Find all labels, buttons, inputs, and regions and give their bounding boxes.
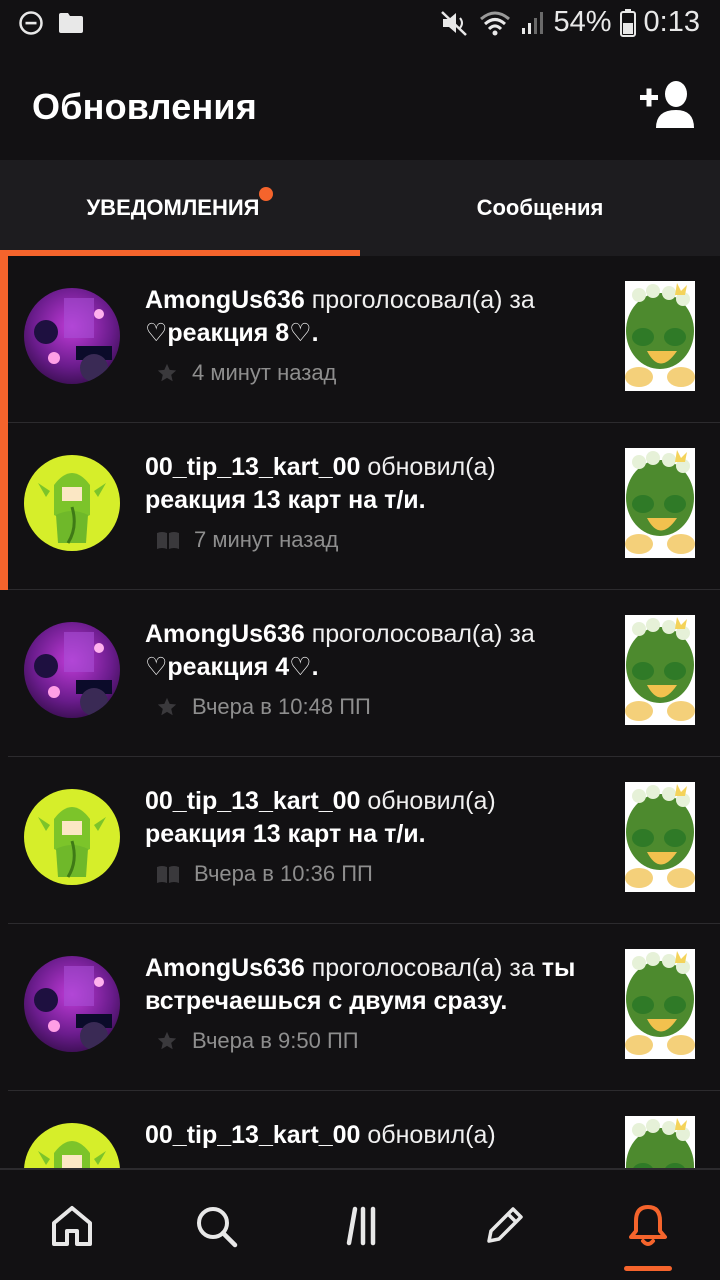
notification-meta: 4 минут назад xyxy=(156,360,336,386)
notification-meta: Вчера в 10:48 ПП xyxy=(156,694,371,720)
notification-text: AmongUs636 проголосовал(а) за ты встреча… xyxy=(145,952,595,1018)
timestamp: 4 минут назад xyxy=(192,360,337,385)
battery-icon xyxy=(619,8,636,37)
write-icon xyxy=(487,1207,523,1243)
username[interactable]: 00_tip_13_kart_00 xyxy=(145,453,360,481)
green-avatar[interactable] xyxy=(24,789,120,885)
notification-row[interactable]: 00_tip_13_kart_00 обновил(а) xyxy=(0,1091,720,1168)
purple-avatar[interactable] xyxy=(24,622,120,718)
purple-avatar[interactable] xyxy=(24,956,120,1052)
story-cover[interactable] xyxy=(625,615,695,725)
book-icon xyxy=(157,866,179,883)
tab-notifications[interactable]: УВЕДОМЛЕНИЯ xyxy=(0,160,360,256)
notification-text: AmongUs636 проголосовал(а) за ♡реакция 8… xyxy=(145,284,595,350)
nav-home[interactable] xyxy=(0,1170,144,1280)
notification-text: 00_tip_13_kart_00 обновил(а) реакция 13 … xyxy=(145,785,595,851)
story-title[interactable]: ♡реакция 4♡. xyxy=(145,653,319,681)
timestamp: Вчера в 9:50 ПП xyxy=(192,1028,359,1053)
tab-notifications-label: УВЕДОМЛЕНИЯ xyxy=(86,195,260,220)
action-text: обновил(а) xyxy=(367,453,496,481)
battery-percent: 54% xyxy=(553,6,612,38)
username[interactable]: AmongUs636 xyxy=(145,286,305,314)
notification-meta: Вчера в 9:50 ПП xyxy=(156,1028,359,1054)
library-icon xyxy=(346,1206,376,1246)
star-icon xyxy=(157,363,177,382)
notification-text: 00_tip_13_kart_00 обновил(а) xyxy=(145,1119,595,1152)
story-cover[interactable] xyxy=(625,949,695,1059)
username[interactable]: 00_tip_13_kart_00 xyxy=(145,1121,360,1149)
mute-icon xyxy=(440,9,470,37)
timestamp: 7 минут назад xyxy=(194,527,339,552)
unread-indicator xyxy=(0,256,8,423)
action-text: обновил(а) xyxy=(367,1121,496,1149)
active-nav-indicator xyxy=(624,1266,672,1271)
page-title: Обновления xyxy=(32,86,257,127)
add-user-icon xyxy=(640,81,694,128)
star-icon xyxy=(157,697,177,716)
story-cover[interactable] xyxy=(625,1116,695,1168)
tab-messages[interactable]: Сообщения xyxy=(360,160,720,256)
username[interactable]: AmongUs636 xyxy=(145,954,305,982)
green-avatar[interactable] xyxy=(24,455,120,551)
purple-avatar[interactable] xyxy=(24,288,120,384)
bottom-nav xyxy=(0,1168,720,1280)
story-title[interactable]: реакция 13 карт на т/и. xyxy=(145,486,426,514)
nav-notifications[interactable] xyxy=(576,1170,720,1280)
username[interactable]: AmongUs636 xyxy=(145,620,305,648)
unread-indicator xyxy=(0,423,8,590)
action-text: обновил(а) xyxy=(367,787,496,815)
folder-icon xyxy=(58,12,84,34)
action-text: проголосовал(а) за xyxy=(311,620,535,648)
bell-icon xyxy=(629,1205,667,1246)
timestamp: Вчера в 10:48 ПП xyxy=(192,694,371,719)
status-bar: 54% 0:13 xyxy=(0,0,720,48)
home-icon xyxy=(52,1206,92,1246)
signal-icon xyxy=(520,10,546,36)
tab-messages-label: Сообщения xyxy=(476,195,604,220)
add-user-button[interactable] xyxy=(638,78,698,132)
search-icon xyxy=(197,1207,238,1248)
nav-library[interactable] xyxy=(288,1170,432,1280)
notification-row[interactable]: AmongUs636 проголосовал(а) за ♡реакция 8… xyxy=(0,256,720,423)
notification-meta: Вчера в 10:36 ПП xyxy=(156,861,373,887)
notification-row[interactable]: 00_tip_13_kart_00 обновил(а) реакция 13 … xyxy=(0,757,720,924)
action-text: проголосовал(а) за xyxy=(311,286,535,314)
nav-write[interactable] xyxy=(432,1170,576,1280)
story-cover[interactable] xyxy=(625,782,695,892)
notification-row[interactable]: AmongUs636 проголосовал(а) за ты встреча… xyxy=(0,924,720,1091)
notification-text: AmongUs636 проголосовал(а) за ♡реакция 4… xyxy=(145,618,595,684)
do-not-disturb-icon xyxy=(18,10,44,36)
clock: 0:13 xyxy=(643,6,700,38)
wifi-icon xyxy=(478,9,512,37)
tab-bar: УВЕДОМЛЕНИЯ Сообщения xyxy=(0,160,720,256)
action-text: проголосовал(а) за xyxy=(311,954,535,982)
notification-row[interactable]: 00_tip_13_kart_00 обновил(а) реакция 13 … xyxy=(0,423,720,590)
story-title[interactable]: реакция 13 карт на т/и. xyxy=(145,820,426,848)
timestamp: Вчера в 10:36 ПП xyxy=(194,861,373,886)
notification-list[interactable]: AmongUs636 проголосовал(а) за ♡реакция 8… xyxy=(0,256,720,1168)
book-icon xyxy=(157,532,179,549)
notification-meta: 7 минут назад xyxy=(156,527,338,553)
story-cover[interactable] xyxy=(625,448,695,558)
notification-text: 00_tip_13_kart_00 обновил(а) реакция 13 … xyxy=(145,451,595,517)
green-avatar[interactable] xyxy=(24,1123,120,1168)
nav-search[interactable] xyxy=(144,1170,288,1280)
star-icon xyxy=(157,1031,177,1050)
unread-badge xyxy=(259,187,274,201)
story-title[interactable]: ♡реакция 8♡. xyxy=(145,319,319,347)
username[interactable]: 00_tip_13_kart_00 xyxy=(145,787,360,815)
app-bar: Обновления xyxy=(0,48,720,160)
story-cover[interactable] xyxy=(625,281,695,391)
notification-row[interactable]: AmongUs636 проголосовал(а) за ♡реакция 4… xyxy=(0,590,720,757)
